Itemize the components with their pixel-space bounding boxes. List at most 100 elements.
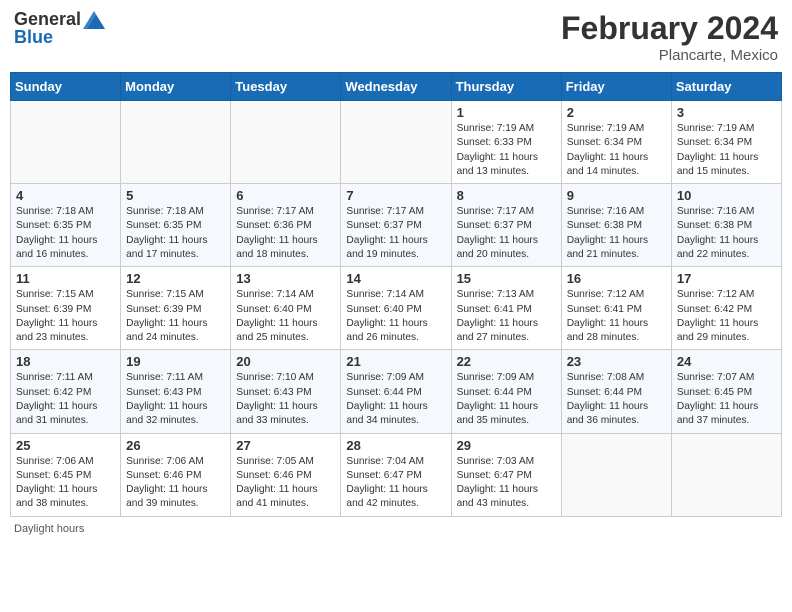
day-number: 17 [677, 271, 776, 286]
day-info: Sunrise: 7:16 AM Sunset: 6:38 PM Dayligh… [677, 205, 776, 262]
calendar-cell: 10 Sunrise: 7:16 AM Sunset: 6:38 PM Dayli… [671, 184, 781, 267]
day-number: 13 [236, 271, 335, 286]
calendar-cell: 24 Sunrise: 7:07 AM Sunset: 6:45 PM Dayli… [671, 350, 781, 433]
calendar-cell: 5Sunrise: 7:18 AM Sunset: 6:35 PM Daylig… [121, 184, 231, 267]
day-info: Sunrise: 7:03 AM Sunset: 6:47 PM Dayligh… [457, 455, 556, 512]
calendar-cell: 22 Sunrise: 7:09 AM Sunset: 6:44 PM Dayli… [451, 350, 561, 433]
day-info: Sunrise: 7:11 AM Sunset: 6:42 PM Dayligh… [16, 371, 115, 428]
day-info: Sunrise: 7:09 AM Sunset: 6:44 PM Dayligh… [346, 371, 445, 428]
logo: General Blue [14, 10, 105, 48]
day-number: 23 [567, 354, 666, 369]
footer-note: Daylight hours [10, 523, 782, 535]
calendar-cell: 20 Sunrise: 7:10 AM Sunset: 6:43 PM Dayli… [231, 350, 341, 433]
calendar-day-header: Sunday [11, 73, 121, 101]
day-info: Sunrise: 7:19 AM Sunset: 6:33 PM Dayligh… [457, 122, 556, 179]
calendar-week-row: 4 Sunrise: 7:18 AM Sunset: 6:35 PM Daylig… [11, 184, 782, 267]
day-number: 1 [457, 105, 556, 120]
day-info: Sunrise: 7:09 AM Sunset: 6:44 PM Dayligh… [457, 371, 556, 428]
logo-icon [83, 11, 105, 29]
calendar-cell: 17 Sunrise: 7:12 AM Sunset: 6:42 PM Dayli… [671, 267, 781, 350]
day-info: Sunrise: 7:12 AM Sunset: 6:42 PM Dayligh… [677, 288, 776, 345]
calendar-week-row: 25 Sunrise: 7:06 AM Sunset: 6:45 PM Dayli… [11, 433, 782, 516]
calendar-cell: 14Sunrise: 7:14 AM Sunset: 6:40 PM Dayli… [341, 267, 451, 350]
daylight-note: Daylight hours [14, 523, 84, 535]
day-info: Sunrise: 7:06 AM Sunset: 6:45 PM Dayligh… [16, 455, 115, 512]
calendar-cell [231, 101, 341, 184]
day-number: 19 [126, 354, 225, 369]
calendar-cell: 15 Sunrise: 7:13 AM Sunset: 6:41 PM Dayli… [451, 267, 561, 350]
month-year-title: February 2024 [561, 10, 778, 47]
day-number: 2 [567, 105, 666, 120]
calendar-cell: 28 Sunrise: 7:04 AM Sunset: 6:47 PM Dayli… [341, 433, 451, 516]
calendar-cell: 21 Sunrise: 7:09 AM Sunset: 6:44 PM Dayli… [341, 350, 451, 433]
day-info: Sunrise: 7:12 AM Sunset: 6:41 PM Dayligh… [567, 288, 666, 345]
day-info: Sunrise: 7:18 AM Sunset: 6:35 PM Dayligh… [16, 205, 115, 262]
day-number: 11 [16, 271, 115, 286]
calendar-day-header: Monday [121, 73, 231, 101]
day-number: 20 [236, 354, 335, 369]
calendar-cell: 26Sunrise: 7:06 AM Sunset: 6:46 PM Dayli… [121, 433, 231, 516]
day-info: Sunrise: 7:07 AM Sunset: 6:45 PM Dayligh… [677, 371, 776, 428]
day-info: Sunrise: 7:05 AM Sunset: 6:46 PM Dayligh… [236, 455, 335, 512]
calendar-cell [121, 101, 231, 184]
day-number: 25 [16, 438, 115, 453]
calendar-cell: 4 Sunrise: 7:18 AM Sunset: 6:35 PM Daylig… [11, 184, 121, 267]
day-number: 24 [677, 354, 776, 369]
day-info: Sunrise: 7:14 AM Sunset: 6:40 PM Dayligh… [346, 288, 445, 345]
day-number: 3 [677, 105, 776, 120]
day-number: 22 [457, 354, 556, 369]
page-header: General Blue February 2024 Plancarte, Me… [10, 10, 782, 64]
calendar-cell: 18 Sunrise: 7:11 AM Sunset: 6:42 PM Dayli… [11, 350, 121, 433]
day-info: Sunrise: 7:14 AM Sunset: 6:40 PM Dayligh… [236, 288, 335, 345]
calendar-cell [341, 101, 451, 184]
day-number: 7 [346, 188, 445, 203]
day-number: 29 [457, 438, 556, 453]
day-number: 15 [457, 271, 556, 286]
calendar-table: SundayMondayTuesdayWednesdayThursdayFrid… [10, 72, 782, 517]
calendar-cell: 11 Sunrise: 7:15 AM Sunset: 6:39 PM Dayli… [11, 267, 121, 350]
logo-blue-text: Blue [14, 28, 53, 48]
day-number: 18 [16, 354, 115, 369]
day-info: Sunrise: 7:19 AM Sunset: 6:34 PM Dayligh… [677, 122, 776, 179]
day-info: Sunrise: 7:10 AM Sunset: 6:43 PM Dayligh… [236, 371, 335, 428]
day-info: Sunrise: 7:19 AM Sunset: 6:34 PM Dayligh… [567, 122, 666, 179]
calendar-week-row: 1 Sunrise: 7:19 AM Sunset: 6:33 PM Daylig… [11, 101, 782, 184]
calendar-cell: 16Sunrise: 7:12 AM Sunset: 6:41 PM Dayli… [561, 267, 671, 350]
title-block: February 2024 Plancarte, Mexico [561, 10, 778, 64]
calendar-cell: 29 Sunrise: 7:03 AM Sunset: 6:47 PM Dayli… [451, 433, 561, 516]
calendar-cell: 6Sunrise: 7:17 AM Sunset: 6:36 PM Daylig… [231, 184, 341, 267]
day-number: 27 [236, 438, 335, 453]
day-info: Sunrise: 7:15 AM Sunset: 6:39 PM Dayligh… [126, 288, 225, 345]
calendar-cell: 23 Sunrise: 7:08 AM Sunset: 6:44 PM Dayli… [561, 350, 671, 433]
calendar-cell [561, 433, 671, 516]
calendar-cell: 2 Sunrise: 7:19 AM Sunset: 6:34 PM Daylig… [561, 101, 671, 184]
day-number: 8 [457, 188, 556, 203]
day-number: 10 [677, 188, 776, 203]
day-number: 12 [126, 271, 225, 286]
day-info: Sunrise: 7:08 AM Sunset: 6:44 PM Dayligh… [567, 371, 666, 428]
calendar-cell [11, 101, 121, 184]
calendar-week-row: 18 Sunrise: 7:11 AM Sunset: 6:42 PM Dayli… [11, 350, 782, 433]
day-number: 21 [346, 354, 445, 369]
day-info: Sunrise: 7:13 AM Sunset: 6:41 PM Dayligh… [457, 288, 556, 345]
day-number: 4 [16, 188, 115, 203]
calendar-day-header: Wednesday [341, 73, 451, 101]
calendar-cell: 12 Sunrise: 7:15 AM Sunset: 6:39 PM Dayli… [121, 267, 231, 350]
calendar-cell: 19Sunrise: 7:11 AM Sunset: 6:43 PM Dayli… [121, 350, 231, 433]
calendar-cell: 3 Sunrise: 7:19 AM Sunset: 6:34 PM Daylig… [671, 101, 781, 184]
day-info: Sunrise: 7:17 AM Sunset: 6:37 PM Dayligh… [346, 205, 445, 262]
calendar-cell [671, 433, 781, 516]
calendar-week-row: 11 Sunrise: 7:15 AM Sunset: 6:39 PM Dayli… [11, 267, 782, 350]
day-number: 26 [126, 438, 225, 453]
calendar-cell: 9Sunrise: 7:16 AM Sunset: 6:38 PM Daylig… [561, 184, 671, 267]
calendar-day-header: Thursday [451, 73, 561, 101]
calendar-cell: 25 Sunrise: 7:06 AM Sunset: 6:45 PM Dayli… [11, 433, 121, 516]
location-subtitle: Plancarte, Mexico [561, 47, 778, 64]
day-number: 28 [346, 438, 445, 453]
calendar-cell: 27 Sunrise: 7:05 AM Sunset: 6:46 PM Dayli… [231, 433, 341, 516]
day-info: Sunrise: 7:16 AM Sunset: 6:38 PM Dayligh… [567, 205, 666, 262]
day-info: Sunrise: 7:04 AM Sunset: 6:47 PM Dayligh… [346, 455, 445, 512]
calendar-day-header: Saturday [671, 73, 781, 101]
calendar-cell: 7 Sunrise: 7:17 AM Sunset: 6:37 PM Daylig… [341, 184, 451, 267]
day-info: Sunrise: 7:15 AM Sunset: 6:39 PM Dayligh… [16, 288, 115, 345]
